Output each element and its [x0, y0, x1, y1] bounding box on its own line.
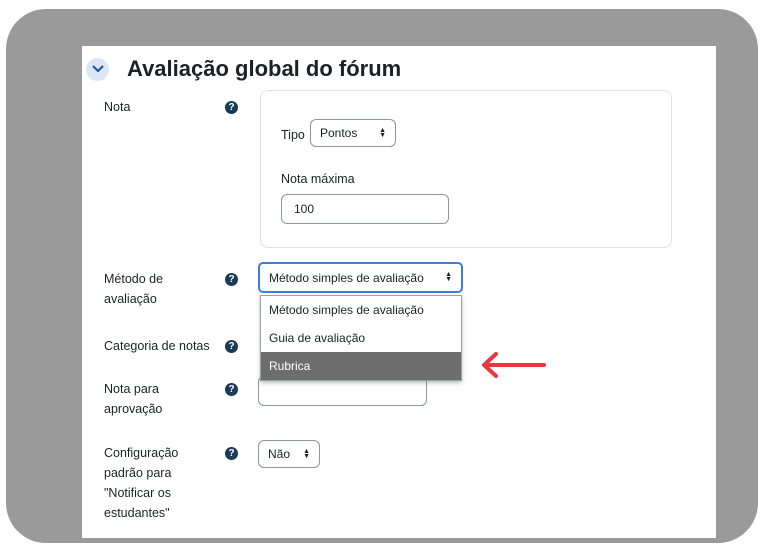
metodo-option-highlighted[interactable]: Rubrica: [261, 352, 461, 380]
question-circle-icon[interactable]: ?: [225, 383, 238, 396]
outer-frame: Avaliação global do fórum Nota ? Tipo Po…: [6, 9, 758, 543]
notificar-label-line1: Configuração: [104, 446, 179, 460]
collapse-toggle[interactable]: [86, 57, 109, 81]
section-header: Avaliação global do fórum: [86, 52, 401, 86]
nota-aprovacao-label: Nota para aprovação: [104, 379, 162, 419]
metodo-dropdown-list: Método simples de avaliação Guia de aval…: [260, 295, 462, 381]
question-circle-icon[interactable]: ?: [225, 340, 238, 353]
arrow-left-icon: [482, 352, 546, 378]
nota-maxima-value: 100: [294, 202, 315, 216]
question-circle-icon[interactable]: ?: [225, 101, 238, 114]
question-circle-icon[interactable]: ?: [225, 273, 238, 286]
section-title: Avaliação global do fórum: [127, 56, 402, 81]
question-circle-icon[interactable]: ?: [225, 447, 238, 460]
tipo-label: Tipo: [281, 128, 305, 142]
nota-label: Nota: [104, 100, 131, 114]
metodo-select[interactable]: Método simples de avaliação ▲ ▼: [258, 262, 463, 293]
metodo-value: Método simples de avaliação: [269, 270, 424, 285]
notificar-select[interactable]: Não ▲ ▼: [258, 440, 320, 468]
form-panel: Avaliação global do fórum Nota ? Tipo Po…: [82, 46, 716, 538]
metodo-label: Método de avaliação: [104, 269, 163, 309]
tipo-value: Pontos: [320, 126, 358, 140]
notificar-label-line3: "Notificar os: [104, 486, 171, 500]
categoria-label: Categoria de notas: [104, 339, 210, 353]
grade-settings-box: Tipo Pontos ▲ ▼ Nota máxima 100: [260, 90, 672, 248]
metodo-option[interactable]: Guia de avaliação: [261, 324, 461, 352]
tipo-select[interactable]: Pontos ▲ ▼: [310, 119, 396, 147]
metodo-label-line1: Método de: [104, 272, 164, 286]
nota-aprovacao-label-line2: aprovação: [104, 402, 163, 416]
notificar-label-line2: padrão para: [104, 466, 172, 480]
nota-maxima-input[interactable]: 100: [281, 194, 449, 224]
notificar-label-line4: estudantes": [104, 506, 170, 520]
notificar-value: Não: [268, 447, 291, 461]
sort-caret-icon: ▲ ▼: [445, 271, 452, 283]
chevron-down-icon: [92, 65, 103, 72]
nota-aprovacao-label-line1: Nota para: [104, 382, 159, 396]
notificar-label: Configuração padrão para "Notificar os e…: [104, 443, 178, 523]
metodo-option[interactable]: Método simples de avaliação: [261, 296, 461, 324]
sort-caret-icon: ▲ ▼: [303, 447, 310, 460]
sort-caret-icon: ▲ ▼: [379, 126, 386, 139]
metodo-label-line2: avaliação: [104, 292, 157, 306]
nota-maxima-label: Nota máxima: [281, 172, 355, 186]
